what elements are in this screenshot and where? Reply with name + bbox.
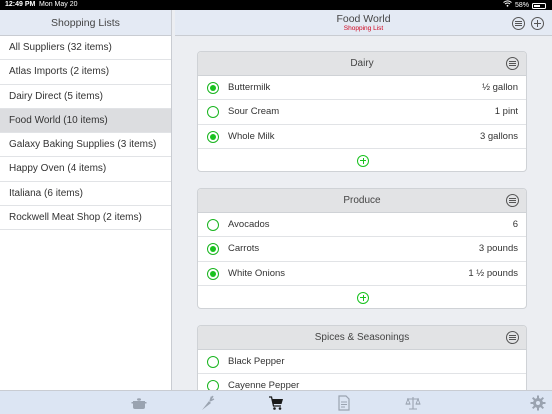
status-time: 12:49 PM <box>5 1 36 8</box>
item-quantity: 6 <box>512 219 518 230</box>
section-menu-button[interactable] <box>506 194 519 207</box>
sidebar-item-dairy-direct[interactable]: Dairy Direct (5 items) <box>0 85 171 109</box>
add-to-section-button[interactable] <box>357 291 369 304</box>
checkbox[interactable] <box>207 267 219 280</box>
sidebar-item-happy-oven[interactable]: Happy Oven (4 items) <box>0 157 171 182</box>
add-to-section-button[interactable] <box>357 154 369 167</box>
item-name: Avocados <box>228 219 270 230</box>
checkbox[interactable] <box>207 130 219 143</box>
plus-icon <box>360 157 366 164</box>
sidebar-item-galaxy-baking[interactable]: Galaxy Baking Supplies (3 items) <box>0 133 171 158</box>
section-title: Dairy <box>350 58 374 69</box>
item-name: Carrots <box>228 243 260 255</box>
list-item[interactable]: Buttermilk ½ gallon <box>198 76 526 101</box>
list-header: Food World Shopping List <box>175 10 552 36</box>
status-date: Mon May 20 <box>39 1 78 8</box>
section-dairy: Dairy Buttermilk ½ gallon Sour Cream 1 p… <box>197 51 527 172</box>
gear-icon <box>530 395 546 411</box>
section-header: Dairy <box>198 52 526 76</box>
plus-icon <box>360 294 366 301</box>
sidebar-item-rockwell-meat[interactable]: Rockwell Meat Shop (2 items) <box>0 206 171 231</box>
list-item[interactable]: Whole Milk 3 gallons <box>198 125 526 149</box>
section-produce: Produce Avocados 6 Carrots 3 pounds Whit… <box>197 188 527 309</box>
sidebar-list: All Suppliers (32 items) Atlas Imports (… <box>0 36 171 231</box>
carrot-icon <box>202 395 215 410</box>
tab-conversions[interactable] <box>405 395 421 411</box>
item-name: Whole Milk <box>228 130 275 142</box>
sidebar: Shopping Lists All Suppliers (32 items) … <box>0 10 172 390</box>
menu-lines-icon <box>509 198 516 203</box>
list-item[interactable]: Avocados 6 <box>198 213 526 238</box>
item-name: Black Pepper <box>228 356 285 367</box>
document-icon <box>338 395 350 411</box>
item-quantity: 3 gallons <box>479 130 518 142</box>
item-quantity: 3 pounds <box>478 243 518 255</box>
item-quantity: 1 pint <box>494 106 518 118</box>
plus-icon <box>534 20 541 27</box>
sidebar-item-atlas-imports[interactable]: Atlas Imports (2 items) <box>0 60 171 85</box>
cart-icon <box>269 396 283 410</box>
section-menu-button[interactable] <box>506 331 519 344</box>
checkbox[interactable] <box>207 82 219 94</box>
checkbox[interactable] <box>207 356 219 368</box>
status-bar: 12:49 PM Mon May 20 58% <box>0 0 552 10</box>
checkbox[interactable] <box>207 106 219 119</box>
add-row <box>198 149 526 171</box>
list-menu-button[interactable] <box>512 17 525 30</box>
add-row <box>198 286 526 308</box>
menu-lines-icon <box>509 335 516 340</box>
sidebar-item-italiana[interactable]: Italiana (6 items) <box>0 182 171 207</box>
battery-percent: 58% <box>514 1 529 9</box>
sidebar-title: Shopping Lists <box>0 10 171 36</box>
list-item[interactable]: Sour Cream 1 pint <box>198 100 526 125</box>
checkbox[interactable] <box>207 243 219 256</box>
sidebar-item-food-world[interactable]: Food World (10 items) <box>0 108 171 134</box>
sidebar-item-all-suppliers[interactable]: All Suppliers (32 items) <box>0 36 171 61</box>
app-window: 12:49 PM Mon May 20 58% Shopping Lists A… <box>0 0 552 414</box>
tab-ingredients[interactable] <box>199 395 215 411</box>
tab-shopping-list[interactable] <box>268 395 284 411</box>
item-name: Buttermilk <box>228 82 271 93</box>
section-header: Produce <box>198 189 526 213</box>
item-quantity: ½ gallon <box>482 82 518 93</box>
tab-pantry[interactable] <box>131 395 147 411</box>
list-item[interactable]: Carrots 3 pounds <box>198 237 526 262</box>
item-name: White Onions <box>228 267 286 279</box>
list-item[interactable]: White Onions 1 ½ pounds <box>198 262 526 286</box>
scale-icon <box>405 397 421 410</box>
section-menu-button[interactable] <box>506 57 519 70</box>
tab-settings[interactable] <box>530 395 546 411</box>
section-title: Spices & Seasonings <box>314 332 410 343</box>
menu-lines-icon <box>509 61 516 66</box>
section-title: Produce <box>343 195 381 206</box>
checkbox[interactable] <box>207 219 219 231</box>
menu-lines-icon <box>515 21 522 26</box>
tab-bar <box>0 390 552 414</box>
tab-recipes[interactable] <box>336 395 352 411</box>
page-subtitle: Shopping List <box>343 25 384 32</box>
list-item[interactable]: Black Pepper <box>198 350 526 375</box>
item-name: Sour Cream <box>228 106 280 118</box>
add-item-button[interactable] <box>531 17 544 30</box>
item-quantity: 1 ½ pounds <box>468 267 518 279</box>
battery-icon <box>532 2 546 9</box>
pot-icon <box>131 398 147 409</box>
page-title: Food World <box>336 13 391 25</box>
section-header: Spices & Seasonings <box>198 326 526 350</box>
battery-level <box>534 4 540 7</box>
